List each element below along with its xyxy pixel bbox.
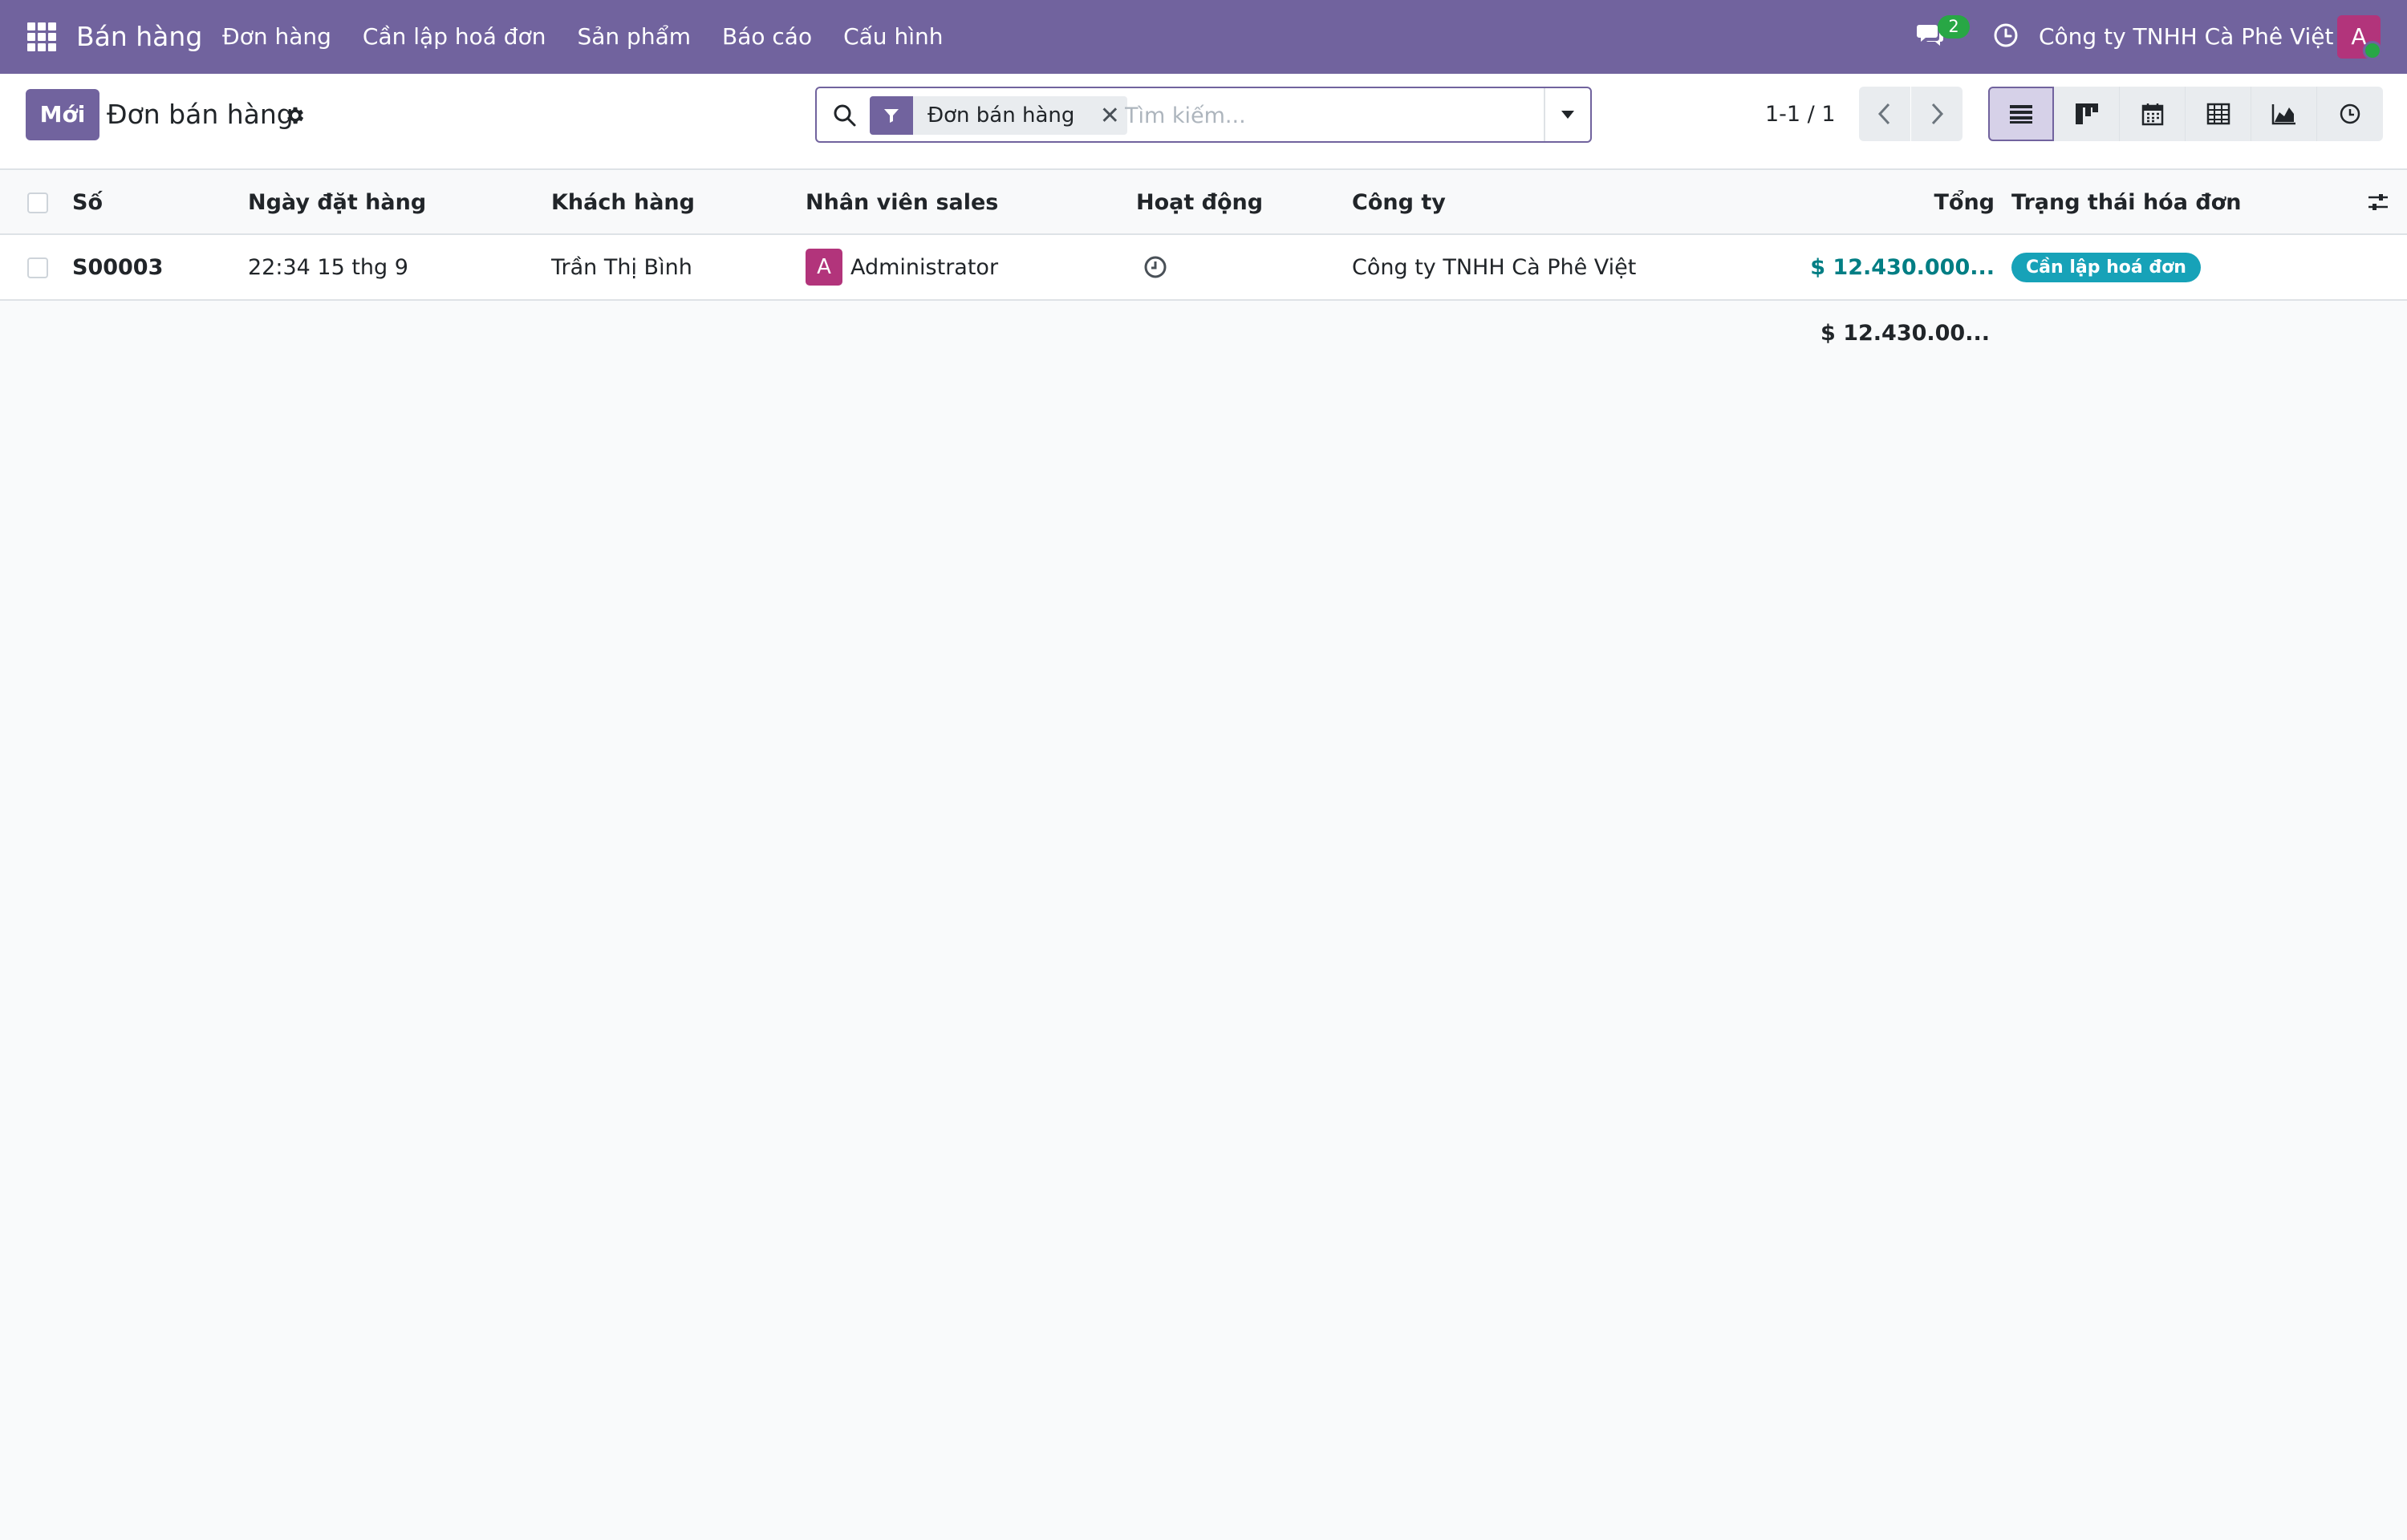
view-graph-button[interactable] (2251, 87, 2317, 141)
pager-previous-button[interactable] (1859, 87, 1910, 141)
optional-columns-icon[interactable] (2362, 171, 2394, 233)
view-list-button[interactable] (1988, 87, 2054, 141)
view-kanban-button[interactable] (2054, 87, 2120, 141)
salesperson-name: Administrator (850, 254, 999, 280)
table-header-row: Số Ngày đặt hàng Khách hàng Nhân viên sa… (0, 171, 2407, 235)
search-options-toggle[interactable] (1544, 88, 1590, 141)
new-button[interactable]: Mới (26, 89, 99, 140)
row-checkbox[interactable] (27, 257, 48, 278)
main-menu: Đơn hàng Cần lập hoá đơn Sản phẩm Báo cá… (222, 0, 974, 74)
activity-clock-icon[interactable] (1143, 254, 1168, 280)
order-date: 22:34 15 thg 9 (248, 254, 408, 280)
pager-value[interactable]: 1-1 / 1 (1765, 89, 1836, 140)
invoice-status-cell: Cần lập hoá đơn (2011, 235, 2332, 299)
salesperson-avatar[interactable]: A (806, 249, 842, 286)
online-status-dot (2363, 41, 2382, 60)
apps-grid-icon[interactable] (27, 22, 56, 51)
salesperson-cell: A Administrator (806, 235, 1126, 299)
column-header-company[interactable]: Công ty (1352, 171, 1753, 233)
view-pivot-button[interactable] (2186, 87, 2251, 141)
facet-label: Đơn bán hàng (927, 103, 1075, 128)
search-input[interactable] (1125, 96, 1542, 135)
calendar-view-icon (2141, 103, 2163, 126)
order-total: $ 12.430.000... (1757, 235, 1995, 299)
search-facet: Đơn bán hàng ✕ (870, 96, 1128, 135)
activity-view-icon (2340, 103, 2360, 124)
top-navbar: Bán hàng Đơn hàng Cần lập hoá đơn Sản ph… (0, 0, 2407, 74)
gear-icon[interactable] (284, 104, 306, 127)
company-switcher[interactable]: Công ty TNHH Cà Phê Việt (2039, 0, 2334, 74)
menu-item-reporting[interactable]: Báo cáo (722, 0, 812, 74)
column-header-total[interactable]: Tổng (1757, 171, 1995, 233)
app-brand[interactable]: Bán hàng (76, 0, 202, 74)
column-header-invoice-status[interactable]: Trạng thái hóa đơn (2011, 171, 2332, 233)
area-chart-icon (2271, 104, 2295, 125)
pager-next-button[interactable] (1911, 87, 1963, 141)
footer-total-sum: $ 12.430.00... (1820, 320, 1990, 346)
column-header-order-date[interactable]: Ngày đặt hàng (248, 171, 545, 233)
column-header-customer[interactable]: Khách hàng (551, 171, 800, 233)
menu-item-products[interactable]: Sản phẩm (577, 0, 691, 74)
view-switcher (1988, 87, 2383, 141)
search-bar: Đơn bán hàng ✕ (815, 87, 1592, 143)
table-footer-row: $ 12.430.00... (0, 301, 2407, 365)
sales-order-list: Số Ngày đặt hàng Khách hàng Nhân viên sa… (0, 171, 2407, 365)
menu-item-orders[interactable]: Đơn hàng (222, 0, 331, 74)
page-title: Đơn bán hàng (107, 99, 294, 130)
column-header-salesperson[interactable]: Nhân viên sales (806, 171, 1126, 233)
customer-name: Trần Thị Bình (551, 254, 692, 280)
chevron-right-icon (1931, 103, 1944, 125)
select-all-checkbox[interactable] (27, 192, 48, 213)
caret-down-icon (1561, 111, 1574, 119)
column-header-activity[interactable]: Hoạt động (1136, 171, 1345, 233)
menu-item-to-invoice[interactable]: Cần lập hoá đơn (363, 0, 546, 74)
control-panel: Mới Đơn bán hàng Đơn bán hàng ✕ 1-1 / 1 (0, 74, 2407, 170)
activity-cell (1136, 235, 1345, 299)
list-view-icon (2010, 105, 2032, 124)
chevron-left-icon (1877, 103, 1890, 125)
kanban-view-icon (2075, 103, 2098, 124)
remove-facet-icon[interactable]: ✕ (1092, 96, 1127, 135)
order-total-value: $ 12.430.000... (1810, 254, 1995, 280)
table-row[interactable]: S00003 22:34 15 thg 9 Trần Thị Bình A Ad… (0, 235, 2407, 301)
clock-icon[interactable] (1992, 22, 2019, 49)
menu-item-configuration[interactable]: Cấu hình (843, 0, 943, 74)
view-activity-button[interactable] (2317, 87, 2383, 141)
chat-counter-badge: 2 (1938, 15, 1970, 38)
company-name-cell: Công ty TNHH Cà Phê Việt (1352, 254, 1637, 280)
status-badge: Cần lập hoá đơn (2011, 252, 2201, 282)
filter-icon (870, 96, 913, 135)
search-icon[interactable] (831, 102, 858, 129)
view-calendar-button[interactable] (2120, 87, 2186, 141)
pivot-view-icon (2206, 103, 2230, 125)
